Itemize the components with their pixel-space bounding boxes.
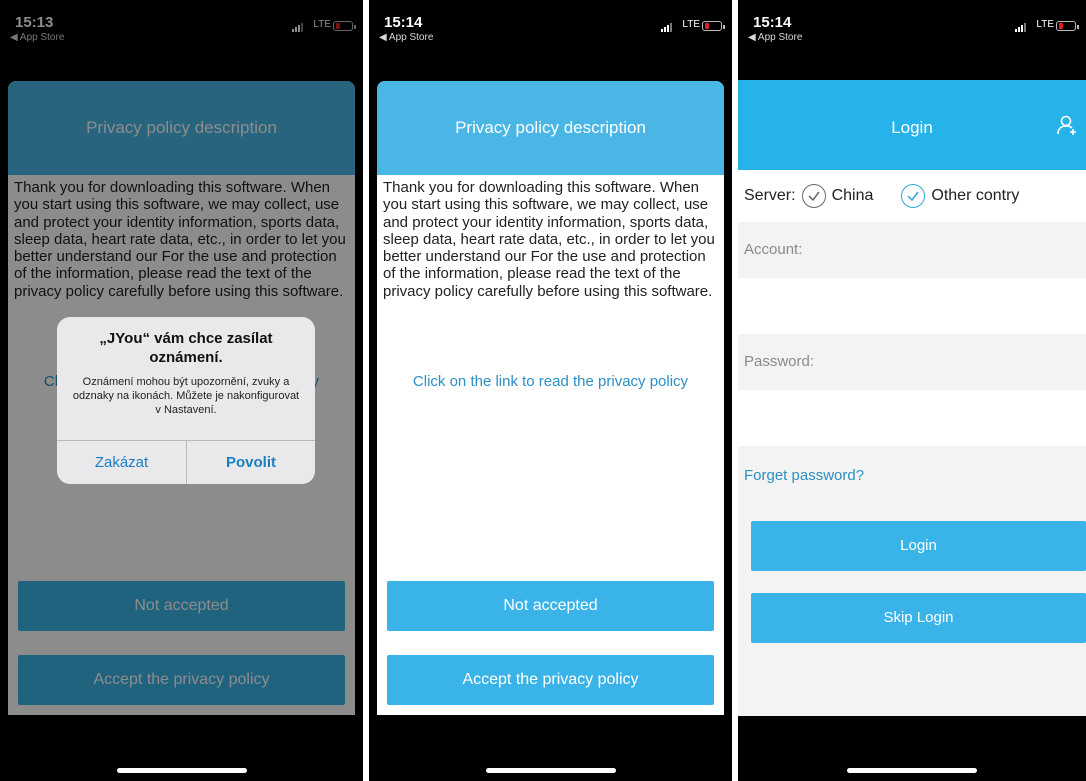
accept-policy-button[interactable]: Accept the privacy policy [387,655,714,705]
status-time: 15:14 [384,14,423,31]
screen-login: 15:14 ◀ App Store LTE Login Server: Chin… [738,0,1086,781]
deny-button[interactable]: Zakázat [57,441,186,484]
password-label: Password: [738,334,1086,390]
password-input[interactable] [738,390,1086,446]
forget-password-link[interactable]: Forget password? [744,467,864,484]
login-button[interactable]: Login [751,521,1086,571]
login-sheet: Login Server: China Other contry Account… [738,80,1086,716]
status-bar: 15:14 ◀ App Store LTE [738,0,1086,80]
back-to-app-store-link[interactable]: ◀ App Store [748,32,802,43]
allow-button[interactable]: Povolit [187,441,315,484]
login-header: Login [738,80,1086,170]
home-indicator[interactable] [116,768,247,773]
notification-permission-alert: „JYou“ vám chce zasílat oznámení. Oznáme… [57,317,315,484]
skip-login-button[interactable]: Skip Login [751,593,1086,643]
alert-message: Oznámení mohou být upozornění, zvuky a o… [72,376,300,416]
privacy-link[interactable]: Click on the link to read the privacy po… [377,373,724,390]
server-option-china[interactable]: China [832,187,874,205]
signal-icon [661,22,672,32]
account-label: Account: [738,222,1086,278]
battery-icon [1056,21,1079,31]
privacy-body: Thank you for downloading this software.… [383,179,715,300]
back-to-app-store-link[interactable]: ◀ App Store [379,32,433,43]
add-user-icon[interactable] [1056,114,1078,136]
screen-privacy-with-alert: 15:13 ◀ App Store LTE Privacy policy des… [0,0,363,781]
home-indicator[interactable] [485,768,616,773]
server-label: Server: [744,187,796,204]
login-title: Login [891,118,933,137]
signal-icon [1015,22,1026,32]
home-indicator[interactable] [847,768,977,773]
network-type: LTE [1036,19,1054,30]
network-type: LTE [682,19,700,30]
server-other-check-icon[interactable] [901,184,926,208]
screen-privacy: 15:14 ◀ App Store LTE Privacy policy des… [369,0,732,781]
alert-title: „JYou“ vám chce zasílat oznámení. [99,330,273,366]
privacy-sheet: Privacy policy description Thank you for… [377,81,724,715]
battery-icon [702,21,725,31]
status-bar: 15:14 ◀ App Store LTE [369,0,732,80]
not-accepted-button[interactable]: Not accepted [387,581,714,631]
server-option-other[interactable]: Other contry [931,187,1019,205]
account-input[interactable] [738,278,1086,334]
server-china-check-icon[interactable] [801,184,826,208]
server-selector: Server: China Other contry [738,170,1086,222]
status-time: 15:14 [753,14,792,31]
privacy-title: Privacy policy description [455,118,646,137]
privacy-header: Privacy policy description [377,81,724,175]
